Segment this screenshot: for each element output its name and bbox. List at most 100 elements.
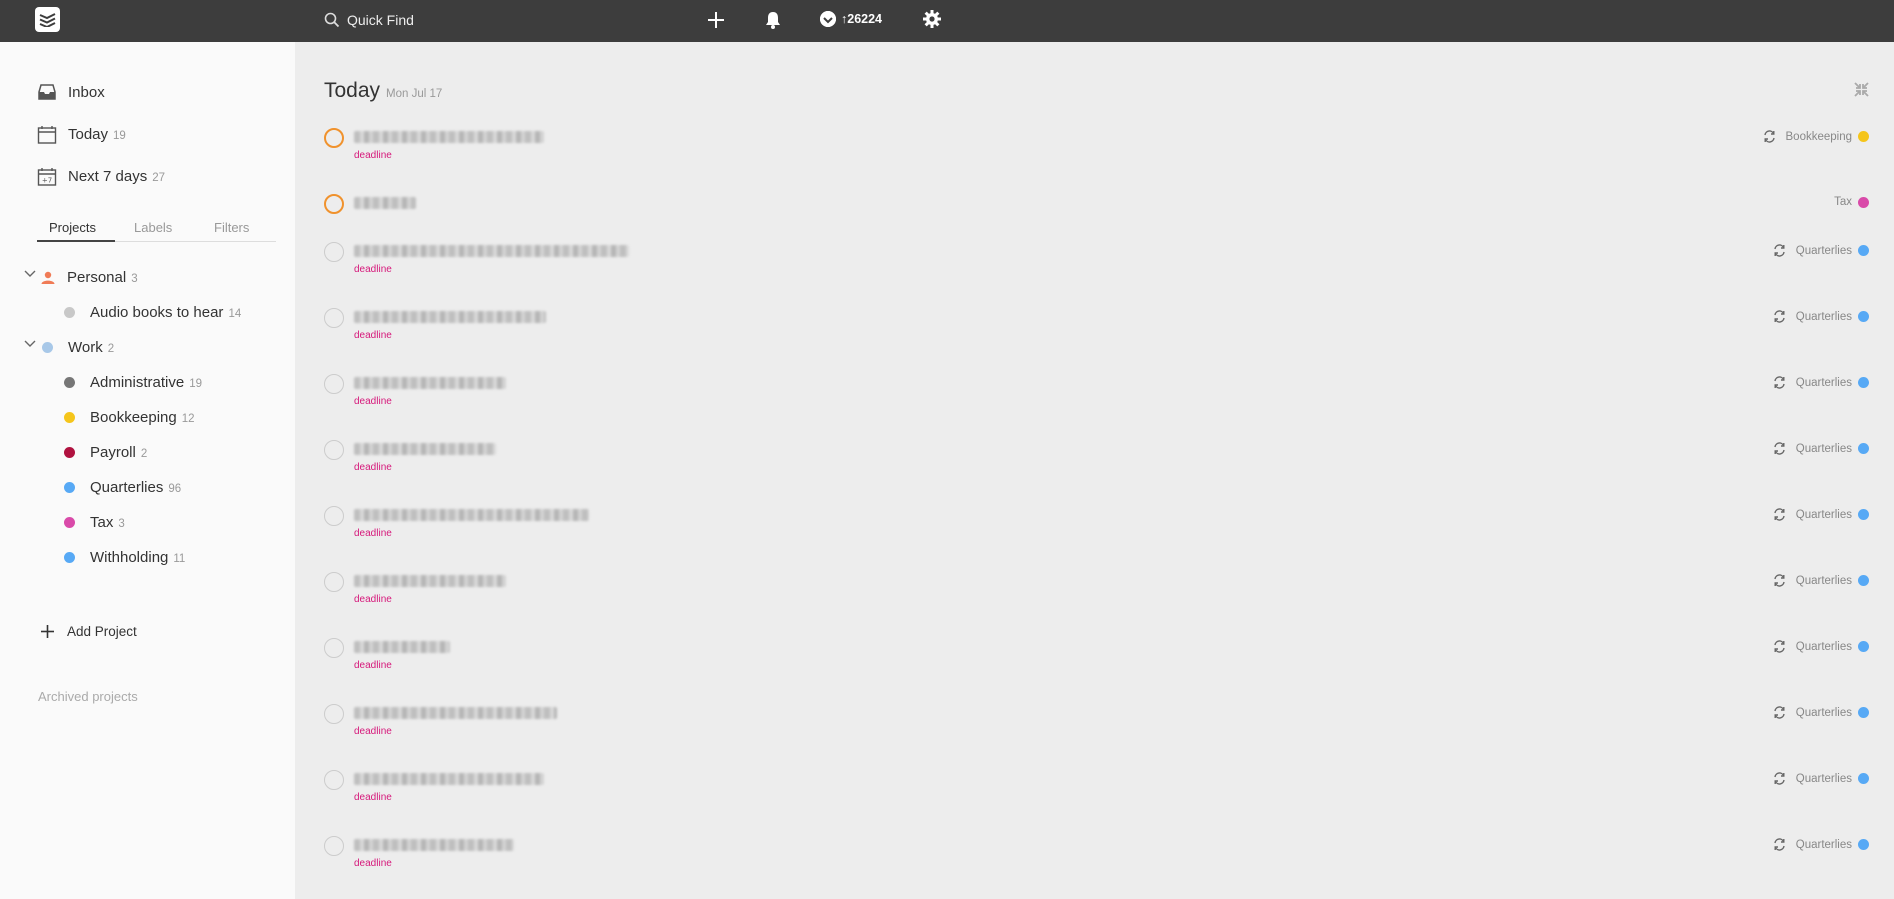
project-payroll[interactable]: Payroll 2 <box>64 440 147 464</box>
tab-labels[interactable]: Labels <box>134 220 172 235</box>
add-project-button[interactable]: Add Project <box>41 624 137 639</box>
task-label-deadline[interactable]: deadline <box>354 264 392 275</box>
task-checkbox[interactable] <box>324 194 344 214</box>
task-content-redacted[interactable] <box>354 573 634 589</box>
project-audio-books[interactable]: Audio books to hear 14 <box>64 300 241 324</box>
task-content-redacted[interactable] <box>354 441 634 457</box>
task-row[interactable]: deadline Quarterlies <box>324 634 1869 684</box>
project-color-dot <box>64 306 75 318</box>
task-row[interactable]: deadline Quarterlies <box>324 568 1869 618</box>
task-project-name[interactable]: Tax <box>1834 196 1852 208</box>
karma-indicator[interactable]: ↑26224 <box>820 11 882 27</box>
task-row[interactable]: deadline Quarterlies <box>324 766 1869 816</box>
project-work[interactable]: Work 2 <box>42 335 114 359</box>
task-project-name[interactable]: Quarterlies <box>1796 773 1852 785</box>
task-label-deadline[interactable]: deadline <box>354 330 392 341</box>
nav-inbox[interactable]: Inbox <box>37 79 105 105</box>
task-row[interactable]: deadline Bookkeeping <box>324 124 1869 174</box>
task-checkbox[interactable] <box>324 374 344 394</box>
project-withholding[interactable]: Withholding 11 <box>64 545 185 569</box>
task-meta: Quarterlies <box>1773 442 1869 455</box>
chevron-down-icon[interactable] <box>24 270 36 278</box>
task-project-name[interactable]: Quarterlies <box>1796 311 1852 323</box>
project-quarterlies[interactable]: Quarterlies 96 <box>64 475 181 499</box>
redacted-text <box>354 641 450 653</box>
settings-gear-icon[interactable] <box>923 10 941 28</box>
nav-today[interactable]: Today 19 <box>37 121 126 147</box>
task-project-name[interactable]: Quarterlies <box>1796 509 1852 521</box>
archived-projects-link[interactable]: Archived projects <box>38 689 138 704</box>
quick-find-input[interactable]: Quick Find <box>324 9 414 31</box>
task-row[interactable]: deadline Quarterlies <box>324 304 1869 354</box>
task-checkbox[interactable] <box>324 242 344 262</box>
task-content-redacted[interactable] <box>354 309 634 325</box>
top-bar: Quick Find ↑26224 <box>0 0 1894 42</box>
task-content-redacted[interactable] <box>354 837 634 853</box>
task-label-deadline[interactable]: deadline <box>354 660 392 671</box>
task-checkbox[interactable] <box>324 128 344 148</box>
task-project-name[interactable]: Quarterlies <box>1796 443 1852 455</box>
task-checkbox[interactable] <box>324 704 344 724</box>
task-checkbox[interactable] <box>324 440 344 460</box>
project-bookkeeping[interactable]: Bookkeeping 12 <box>64 405 195 429</box>
task-row[interactable]: deadline Quarterlies <box>324 832 1869 882</box>
task-project-name[interactable]: Quarterlies <box>1796 839 1852 851</box>
task-checkbox[interactable] <box>324 770 344 790</box>
task-content-redacted[interactable] <box>354 195 634 211</box>
tab-filters[interactable]: Filters <box>214 220 249 235</box>
task-project-color-dot <box>1858 839 1869 850</box>
project-administrative[interactable]: Administrative 19 <box>64 370 202 394</box>
task-label-deadline[interactable]: deadline <box>354 792 392 803</box>
redacted-text <box>354 197 416 209</box>
nav-next-7-days[interactable]: +7 Next 7 days 27 <box>37 163 165 189</box>
task-project-name[interactable]: Quarterlies <box>1796 377 1852 389</box>
task-checkbox[interactable] <box>324 572 344 592</box>
project-tax[interactable]: Tax 3 <box>64 510 125 534</box>
todoist-logo-icon[interactable] <box>35 7 60 32</box>
task-content-redacted[interactable] <box>354 705 634 721</box>
project-label: Personal <box>67 268 127 286</box>
project-personal[interactable]: Personal 3 <box>41 265 138 289</box>
task-checkbox[interactable] <box>324 506 344 526</box>
task-project-name[interactable]: Quarterlies <box>1796 575 1852 587</box>
task-checkbox[interactable] <box>324 638 344 658</box>
redacted-text <box>354 575 506 587</box>
task-project-name[interactable]: Bookkeeping <box>1786 131 1853 143</box>
task-content-redacted[interactable] <box>354 771 634 787</box>
task-content-redacted[interactable] <box>354 507 634 523</box>
project-color-dot <box>64 481 75 493</box>
task-row[interactable]: deadline Quarterlies <box>324 436 1869 486</box>
task-content-redacted[interactable] <box>354 639 634 655</box>
task-content-redacted[interactable] <box>354 129 634 145</box>
task-checkbox[interactable] <box>324 836 344 856</box>
task-content-redacted[interactable] <box>354 375 634 391</box>
task-row[interactable]: deadline Quarterlies <box>324 700 1869 750</box>
task-project-name[interactable]: Quarterlies <box>1796 707 1852 719</box>
task-row[interactable]: deadline Quarterlies <box>324 370 1869 420</box>
task-label-deadline[interactable]: deadline <box>354 150 392 161</box>
task-label-deadline[interactable]: deadline <box>354 462 392 473</box>
notifications-bell-icon[interactable] <box>764 10 782 30</box>
task-row[interactable]: deadline Quarterlies <box>324 502 1869 552</box>
task-label-deadline[interactable]: deadline <box>354 396 392 407</box>
task-project-color-dot <box>1858 443 1869 454</box>
redacted-text <box>354 839 514 851</box>
task-row[interactable]: Tax <box>324 190 1869 240</box>
collapse-icon[interactable] <box>1854 82 1869 97</box>
task-project-name[interactable]: Quarterlies <box>1796 641 1852 653</box>
task-project-name[interactable]: Quarterlies <box>1796 245 1852 257</box>
chevron-down-icon[interactable] <box>24 340 36 348</box>
task-label-deadline[interactable]: deadline <box>354 594 392 605</box>
task-row[interactable]: deadline Quarterlies <box>324 238 1869 288</box>
project-count: 12 <box>181 412 195 425</box>
task-label-deadline[interactable]: deadline <box>354 528 392 539</box>
task-label-deadline[interactable]: deadline <box>354 858 392 869</box>
task-label-deadline[interactable]: deadline <box>354 726 392 737</box>
project-label: Bookkeeping <box>90 408 177 426</box>
task-content-redacted[interactable] <box>354 243 634 259</box>
add-task-icon[interactable] <box>706 10 726 30</box>
task-checkbox[interactable] <box>324 308 344 328</box>
calendar-week-icon: +7 <box>37 167 57 186</box>
tab-projects[interactable]: Projects <box>49 220 96 235</box>
task-project-color-dot <box>1858 311 1869 322</box>
